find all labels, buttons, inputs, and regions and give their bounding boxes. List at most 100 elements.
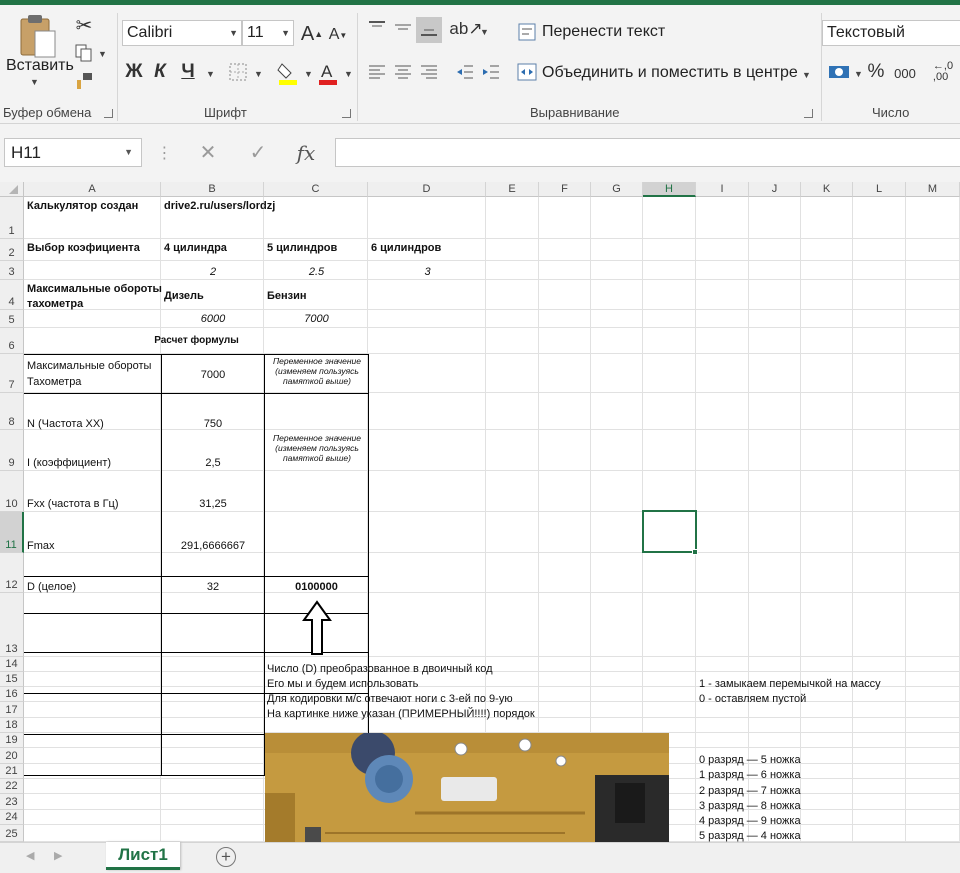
wrap-text-button[interactable]: Перенести текст	[542, 23, 665, 41]
percent-button[interactable]: %	[866, 61, 886, 83]
cell-A2[interactable]: Выбор коэфициента	[27, 242, 140, 255]
column-header-L[interactable]: L	[853, 182, 906, 197]
column-header-E[interactable]: E	[486, 182, 539, 197]
underline-button[interactable]: Ч	[178, 60, 198, 84]
row-header-21[interactable]: 21	[0, 764, 24, 779]
cell-B4[interactable]: Дизель	[164, 290, 204, 303]
font-color-dropdown-arrow[interactable]: ▼	[344, 69, 353, 79]
cell-I24[interactable]: 4 разряд — 9 ножка	[699, 815, 801, 828]
row-header-16[interactable]: 16	[0, 687, 24, 702]
font-size-combo[interactable]: 11 ▼	[242, 20, 294, 46]
selected-cell-H11[interactable]	[642, 510, 697, 553]
align-top-icon[interactable]	[366, 17, 388, 37]
cell-I16[interactable]: 0 - оставляем пустой	[699, 693, 806, 706]
column-header-I[interactable]: I	[696, 182, 749, 197]
column-header-G[interactable]: G	[591, 182, 643, 197]
cell-B12[interactable]: 32	[162, 581, 264, 594]
number-format-combo[interactable]: Текстовый	[822, 20, 960, 46]
thousands-button[interactable]: 000	[892, 63, 918, 83]
cell-C9[interactable]: Переменное значение (изменяем пользуясь …	[267, 433, 367, 463]
cell-C17[interactable]: На картинке ниже указан (ПРИМЕРНЫЙ!!!!) …	[267, 708, 535, 721]
align-bottom-icon[interactable]	[416, 17, 442, 43]
row-header-6[interactable]: 6	[0, 328, 24, 354]
row-header-22[interactable]: 22	[0, 779, 24, 794]
cell-C12[interactable]: 0100000	[265, 581, 368, 594]
cell-B11[interactable]: 291,6666667	[162, 540, 264, 553]
row-header-10[interactable]: 10	[0, 471, 24, 512]
next-sheet-icon[interactable]: ▶	[54, 849, 62, 862]
paste-label[interactable]: Вставить	[6, 57, 74, 75]
cell-I21[interactable]: 1 разряд — 6 ножка	[699, 769, 801, 782]
row-header-14[interactable]: 14	[0, 657, 24, 672]
increase-decimal-icon[interactable]: ←,0,00	[926, 59, 960, 85]
row-header-2[interactable]: 2	[0, 239, 24, 261]
up-arrow-shape[interactable]	[302, 600, 332, 656]
row-header-20[interactable]: 20	[0, 748, 24, 764]
cell-I25[interactable]: 5 разряд — 4 ножка	[699, 830, 801, 842]
merge-center-button[interactable]: Объединить и поместить в центре	[542, 64, 798, 82]
cell-C3[interactable]: 2.5	[265, 266, 368, 279]
cancel-icon[interactable]: ✕	[192, 138, 224, 167]
more-options-icon[interactable]: ⋮	[156, 138, 173, 167]
row-header-5[interactable]: 5	[0, 310, 24, 328]
cell-A9[interactable]: I (коэффициент)	[27, 457, 111, 470]
orientation-icon[interactable]: ab↗	[449, 19, 482, 39]
cell-C2[interactable]: 5 цилиндров	[267, 242, 337, 255]
formula-input[interactable]	[335, 138, 960, 167]
column-header-A[interactable]: A	[24, 182, 161, 197]
cell-I15[interactable]: 1 - замыкаем перемычкой на массу	[699, 678, 881, 691]
cell-B3[interactable]: 2	[162, 266, 264, 279]
increase-font-icon[interactable]: A ▲	[300, 21, 324, 47]
column-header-D[interactable]: D	[368, 182, 486, 197]
column-header-M[interactable]: M	[906, 182, 960, 197]
fill-dropdown-arrow[interactable]: ▼	[304, 69, 313, 79]
cell-A7-line1[interactable]: Максимальные обороты	[27, 360, 151, 373]
borders-dropdown-arrow[interactable]: ▼	[254, 69, 263, 79]
insert-function-button[interactable]: fx	[290, 138, 322, 167]
paste-button[interactable]	[14, 11, 64, 61]
merge-dropdown-arrow[interactable]: ▼	[802, 70, 811, 80]
cell-C5[interactable]: 7000	[265, 313, 368, 326]
increase-indent-icon[interactable]	[480, 61, 502, 83]
sheet-tab-list1[interactable]: Лист1	[106, 842, 180, 870]
orientation-dropdown-arrow[interactable]: ▼	[480, 27, 489, 37]
underline-dropdown-arrow[interactable]: ▼	[206, 69, 215, 79]
cell-B8[interactable]: 750	[162, 418, 264, 431]
row-header-9[interactable]: 9	[0, 430, 24, 471]
cell-I22[interactable]: 2 разряд — 7 ножка	[699, 785, 801, 798]
currency-icon[interactable]	[826, 61, 852, 83]
cell-A1[interactable]: Калькулятор создан	[27, 200, 138, 213]
cell-A8[interactable]: N (Частота ХХ)	[27, 418, 104, 431]
column-header-B[interactable]: B	[161, 182, 264, 197]
paste-dropdown-arrow[interactable]: ▼	[30, 77, 39, 87]
borders-icon[interactable]	[226, 61, 250, 83]
row-header-4[interactable]: 4	[0, 280, 24, 310]
cell-A4-line2[interactable]: тахометра	[27, 298, 83, 311]
font-name-combo[interactable]: Calibri ▼	[122, 20, 242, 46]
row-header-8[interactable]: 8	[0, 393, 24, 430]
spreadsheet-grid[interactable]: ABCDEFGHIJKLM 1 2 3 4 5 6 7 8 9 10 11 12 13 14 15 16 17 1…	[0, 182, 960, 842]
row-header-12[interactable]: 12	[0, 553, 24, 593]
cell-D3[interactable]: 3	[369, 266, 486, 279]
currency-dropdown-arrow[interactable]: ▼	[854, 69, 863, 79]
pcb-photo[interactable]	[265, 733, 669, 842]
cell-A10[interactable]: Fxx (частота в Гц)	[27, 498, 119, 511]
cell-B7[interactable]: 7000	[162, 369, 264, 382]
cell-B5[interactable]: 6000	[162, 313, 264, 326]
cell-C15[interactable]: Его мы и будем использовать	[267, 678, 418, 691]
column-header-F[interactable]: F	[539, 182, 591, 197]
bold-button[interactable]: Ж	[124, 60, 144, 84]
row-header-23[interactable]: 23	[0, 794, 24, 810]
cell-C14[interactable]: Число (D) преобразованное в двоичный код	[267, 663, 493, 676]
row-header-18[interactable]: 18	[0, 718, 24, 733]
copy-dropdown-arrow[interactable]: ▼	[98, 49, 107, 59]
font-color-icon[interactable]: A	[316, 59, 340, 87]
row-header-1[interactable]: 1	[0, 197, 24, 239]
clipboard-launcher-icon[interactable]	[104, 109, 113, 118]
align-right-icon[interactable]	[418, 61, 440, 83]
align-middle-icon[interactable]	[392, 17, 414, 37]
column-header-H[interactable]: H	[643, 182, 696, 197]
row-header-25[interactable]: 25	[0, 825, 24, 842]
row-header-7[interactable]: 7	[0, 354, 24, 393]
row-header-15[interactable]: 15	[0, 672, 24, 687]
